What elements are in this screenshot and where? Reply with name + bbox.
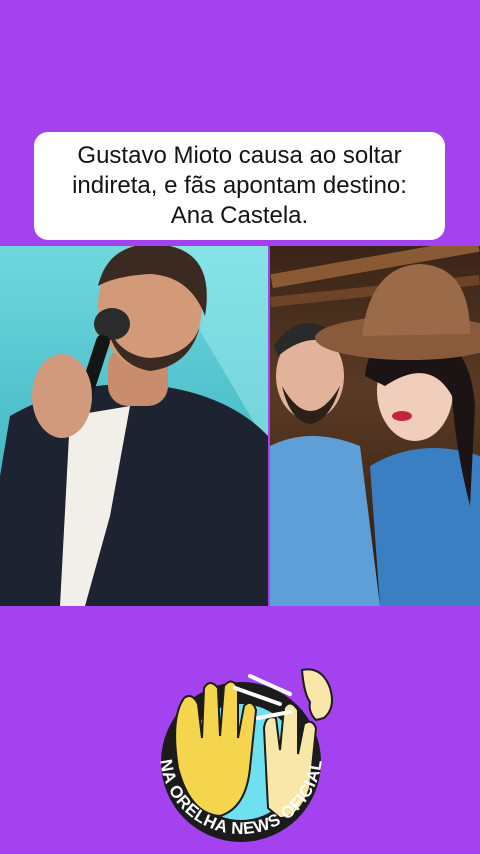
photo-couple xyxy=(270,246,480,606)
logo-emblem: NA ORELHA NEWS OFICIAL xyxy=(156,668,333,842)
couple-illustration xyxy=(270,246,480,606)
brand-logo: NA ORELHA NEWS OFICIAL xyxy=(140,658,342,848)
headline-card: Gustavo Mioto causa ao soltar indireta, … xyxy=(34,132,445,240)
headline-text: Gustavo Mioto causa ao soltar indireta, … xyxy=(72,142,407,229)
photo-singer xyxy=(0,246,268,606)
singer-illustration xyxy=(0,246,268,606)
